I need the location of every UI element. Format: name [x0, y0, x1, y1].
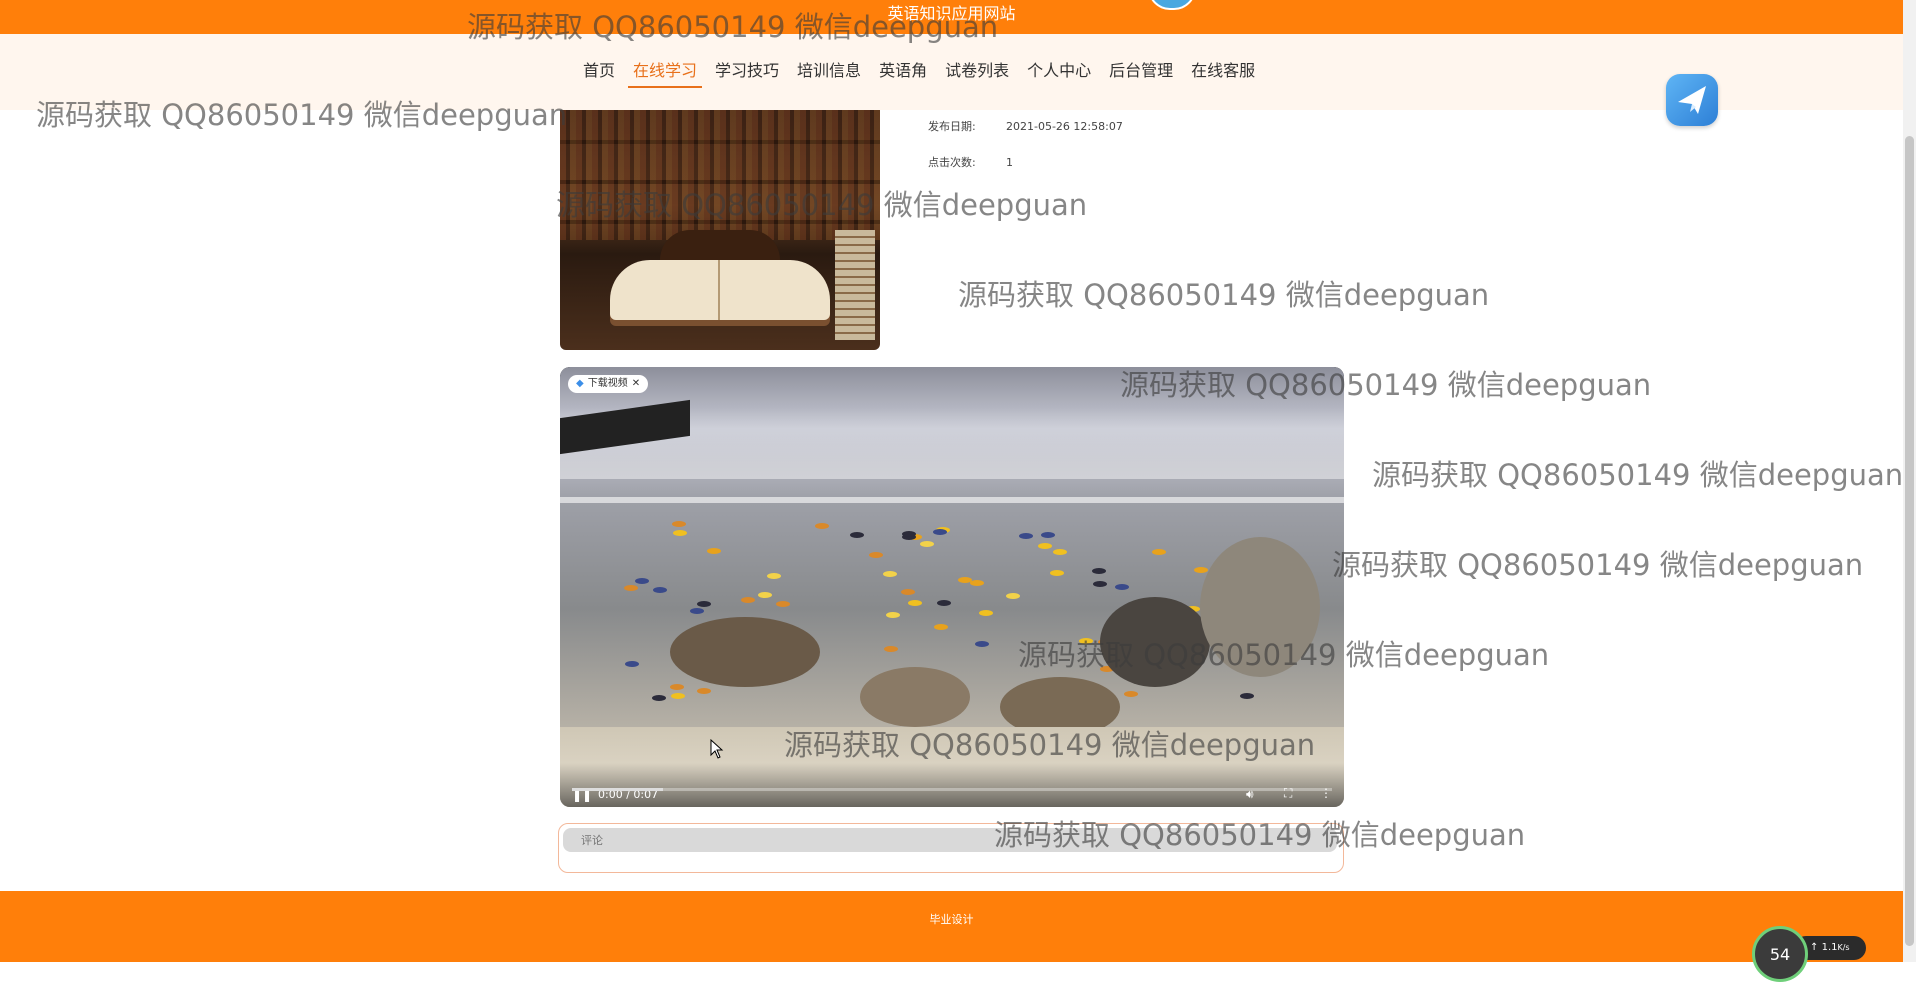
video-progress-fill [572, 788, 664, 791]
fish-shape [624, 585, 639, 592]
fish-shape [868, 551, 883, 558]
upload-arrow-icon: ↑ [1810, 942, 1819, 953]
speed-unit: K/s [1837, 943, 1850, 952]
footer: 毕业设计 [0, 891, 1903, 962]
fish-shape [920, 540, 935, 547]
navbar: 首页 在线学习 学习技巧 培训信息 英语角 试卷列表 个人中心 后台管理 在线客… [0, 34, 1903, 126]
video-player[interactable]: ◆ 下载视频 ✕ ❚❚ 0:00 / 0:07 🔊︎ ⛶ ⋮ [560, 367, 1344, 807]
fish-shape [850, 531, 865, 538]
fish-shape [1037, 542, 1052, 549]
fish-shape [1078, 638, 1093, 645]
speed-percent: 54 [1752, 926, 1808, 982]
mouse-cursor-icon [710, 739, 724, 759]
nav-menu: 首页 在线学习 学习技巧 培训信息 英语角 试卷列表 个人中心 后台管理 在线客… [574, 56, 1264, 88]
fish-shape [1019, 533, 1034, 540]
speed-rate: 1.1 [1821, 942, 1838, 953]
comment-input[interactable] [563, 828, 1337, 852]
click-count-value: 1 [1006, 156, 1013, 169]
comment-box [558, 823, 1344, 873]
fish-shape [1114, 583, 1129, 590]
nav-item-customer-service[interactable]: 在线客服 [1182, 56, 1264, 86]
footer-text: 毕业设计 [929, 913, 974, 926]
course-cover-image [560, 110, 880, 350]
nav-item-home[interactable]: 首页 [574, 56, 624, 86]
fish-shape [696, 687, 711, 694]
fish-shape [670, 692, 685, 699]
network-speed-widget: ↑ 1.1K/s 54 [1752, 926, 1868, 982]
video-controls: ❚❚ 0:00 / 0:07 🔊︎ ⛶ ⋮ [560, 763, 1344, 807]
fish-shape [901, 588, 916, 595]
fish-shape [1151, 549, 1166, 556]
site-title: 英语知识应用网站 [887, 4, 1016, 23]
click-count-row: 点击次数: 1 [928, 154, 1013, 170]
fish-shape [1193, 567, 1208, 574]
fish-shape [635, 578, 650, 585]
scrollbar-thumb[interactable] [1905, 136, 1914, 946]
fish-shape [937, 600, 952, 607]
fish-shape [689, 607, 704, 614]
fish-shape [1053, 549, 1068, 556]
nav-item-admin[interactable]: 后台管理 [1100, 56, 1182, 86]
page-scrollbar[interactable] [1903, 0, 1916, 962]
video-progress-bar[interactable] [572, 788, 1332, 791]
fish-shape [670, 683, 685, 690]
fish-shape [697, 601, 712, 608]
fish-shape [1005, 593, 1020, 600]
nav-item-personal-center[interactable]: 个人中心 [1018, 56, 1100, 86]
fish-shape [908, 600, 923, 607]
fish-shape [975, 640, 990, 647]
top-header-bar: 英语知识应用网站 [0, 0, 1903, 34]
fish-shape [757, 591, 772, 598]
publish-date-row: 发布日期: 2021-05-26 12:58:07 [928, 118, 1123, 134]
fish-shape [970, 579, 985, 586]
fish-shape [1092, 581, 1107, 588]
fish-shape [776, 601, 791, 608]
bird-icon: ◆ [576, 378, 584, 389]
fish-shape [957, 576, 972, 583]
click-count-label: 点击次数: [928, 156, 976, 169]
fish-shape [814, 522, 829, 529]
close-icon[interactable]: ✕ [632, 375, 640, 393]
publish-date-label: 发布日期: [928, 120, 976, 133]
publish-date-value: 2021-05-26 12:58:07 [1006, 120, 1123, 133]
fish-shape [672, 520, 687, 527]
fish-shape [1123, 690, 1138, 697]
video-frame [560, 367, 1344, 807]
fish-shape [932, 529, 947, 536]
fish-shape [1091, 567, 1106, 574]
watermark-text: 源码获取 QQ86050149 微信deepguan [1332, 548, 1864, 582]
fish-shape [1239, 693, 1254, 700]
download-video-label: 下载视频 [587, 378, 628, 389]
nav-item-english-corner[interactable]: 英语角 [870, 56, 936, 86]
fish-shape [933, 623, 948, 630]
download-video-button[interactable]: ◆ 下载视频 ✕ [568, 375, 649, 393]
nav-item-training-info[interactable]: 培训信息 [788, 56, 870, 86]
fish-shape [883, 646, 898, 653]
nav-item-online-learning[interactable]: 在线学习 [624, 56, 706, 88]
watermark-text: 源码获取 QQ86050149 微信deepguan [1372, 458, 1904, 492]
fish-shape [653, 587, 668, 594]
bird-logo-icon[interactable] [1666, 74, 1718, 126]
fish-shape [625, 660, 640, 667]
fish-shape [882, 571, 897, 578]
nav-item-study-tips[interactable]: 学习技巧 [706, 56, 788, 86]
watermark-text: 源码获取 QQ86050149 微信deepguan [958, 278, 1490, 312]
fish-shape [673, 529, 688, 536]
nav-item-exam-list[interactable]: 试卷列表 [936, 56, 1018, 86]
fish-shape [652, 695, 667, 702]
fish-shape [1049, 570, 1064, 577]
fish-shape [978, 609, 993, 616]
fish-shape [886, 611, 901, 618]
fish-shape [707, 548, 722, 555]
fish-shape [767, 573, 782, 580]
fish-shape [741, 596, 756, 603]
fish-shape [1040, 531, 1055, 538]
